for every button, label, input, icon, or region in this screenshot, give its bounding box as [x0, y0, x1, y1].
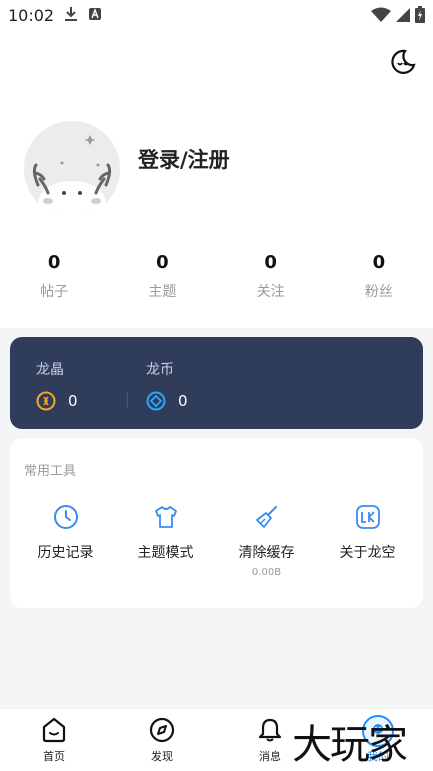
- tool-label: 主题模式: [137, 545, 194, 561]
- tool-about[interactable]: 关于龙空: [316, 504, 419, 562]
- stat-themes[interactable]: 0 主题: [108, 252, 216, 301]
- broom-icon: [255, 506, 277, 528]
- nav-messages[interactable]: 消息: [240, 717, 300, 764]
- profile-header: 登录/注册 0 帖子 0 主题 0 关注 0 粉丝: [0, 32, 433, 328]
- download-icon: [65, 7, 77, 21]
- lk-logo-icon: [355, 505, 380, 529]
- bell-icon: [258, 718, 282, 742]
- wallet-crystal-title: 龙晶: [36, 362, 64, 378]
- cache-size: 0.00B: [251, 567, 282, 578]
- wallet-card: 龙晶 0 龙币 0: [10, 337, 423, 429]
- wallet-crystal[interactable]: 龙晶 0: [36, 359, 78, 411]
- stat-following[interactable]: 0 关注: [217, 252, 325, 301]
- nav-home[interactable]: 首页: [24, 717, 84, 764]
- stat-value: 0: [372, 252, 386, 273]
- wifi-icon: [371, 7, 391, 22]
- wallet-crystal-value: 0: [68, 392, 78, 410]
- tool-history[interactable]: 历史记录: [14, 504, 117, 562]
- app-a-icon: [89, 8, 101, 20]
- tshirt-icon: [154, 506, 177, 528]
- stat-label: 关注: [256, 284, 285, 300]
- tool-theme-mode[interactable]: 主题模式: [114, 504, 217, 562]
- status-right-icons: [371, 6, 425, 23]
- dragon-avatar-icon: [24, 121, 120, 217]
- stat-label: 粉丝: [364, 284, 393, 300]
- login-register-button[interactable]: 登录/注册: [138, 144, 230, 174]
- stat-label: 主题: [148, 284, 177, 300]
- dragon-coin-icon: [146, 391, 166, 411]
- tool-label: 清除缓存: [238, 545, 295, 561]
- common-tools-card: 常用工具 历史记录 主题模式 清除缓存 0.00B 关于龙空: [10, 438, 423, 608]
- crystal-coin-icon: [36, 391, 56, 411]
- stat-value: 0: [47, 252, 61, 273]
- status-time: 10:02: [8, 6, 55, 25]
- tool-label: 关于龙空: [339, 545, 396, 561]
- battery-icon: [415, 6, 425, 23]
- nav-discover[interactable]: 发现: [132, 717, 192, 764]
- clock-icon: [53, 505, 78, 529]
- stats-row: 0 帖子 0 主题 0 关注 0 粉丝: [0, 252, 433, 301]
- wallet-divider: [127, 393, 128, 407]
- watermark-text: 大玩家: [292, 722, 408, 768]
- tool-clear-cache[interactable]: 清除缓存 0.00B: [215, 504, 318, 578]
- status-bar: 10:02: [0, 0, 433, 32]
- nav-label: 消息: [259, 750, 281, 763]
- stat-value: 0: [264, 252, 277, 273]
- stat-fans[interactable]: 0 粉丝: [325, 252, 433, 301]
- moon-theme-icon: [391, 49, 416, 74]
- status-left-icons: [64, 6, 102, 22]
- avatar[interactable]: [24, 121, 120, 217]
- wallet-coin-title: 龙币: [146, 362, 174, 378]
- nav-label: 首页: [43, 750, 65, 763]
- home-icon: [42, 717, 66, 743]
- wallet-coin-value: 0: [178, 392, 188, 410]
- compass-icon: [149, 717, 175, 743]
- tools-title: 常用工具: [24, 464, 77, 479]
- stat-posts[interactable]: 0 帖子: [0, 252, 108, 301]
- theme-toggle-button[interactable]: [389, 48, 417, 76]
- nav-label: 发现: [151, 750, 173, 763]
- signal-icon: [396, 7, 410, 22]
- wallet-coin[interactable]: 龙币 0: [146, 359, 188, 411]
- tool-label: 历史记录: [37, 545, 94, 561]
- stat-value: 0: [156, 252, 169, 273]
- stat-label: 帖子: [40, 284, 69, 300]
